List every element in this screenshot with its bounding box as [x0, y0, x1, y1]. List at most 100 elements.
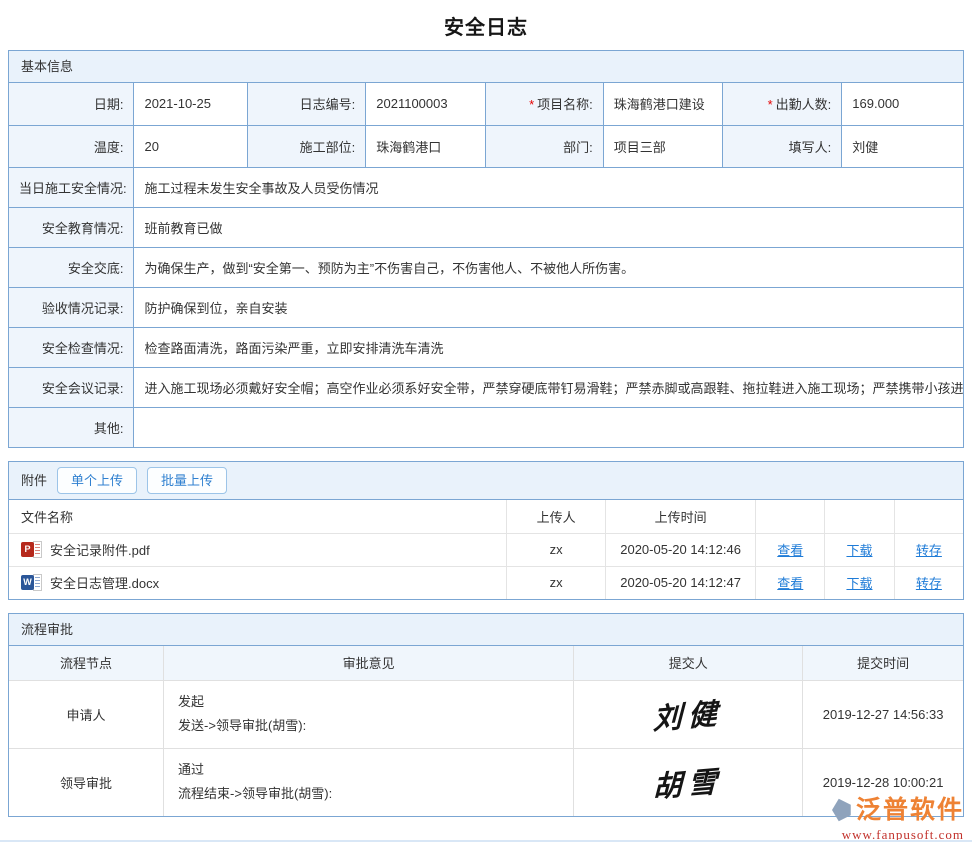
- field-label-project-name: *项目名称:: [485, 83, 603, 125]
- approval-opinion-cell: 通过 流程结束->领导审批(胡雪):: [164, 748, 574, 816]
- table-row: 安全会议记录: 进入施工现场必须戴好安全帽；高空作业必须系好安全带，严禁穿硬底带…: [9, 367, 963, 407]
- upload-time-cell: 2020-05-20 14:12:46: [605, 533, 756, 566]
- field-value-temperature: 20: [134, 125, 248, 167]
- field-label-safety-education: 安全教育情况:: [9, 207, 134, 247]
- required-mark: *: [768, 97, 773, 112]
- field-value-log-number: 2021100003: [366, 83, 485, 125]
- field-label-acceptance-record: 验收情况记录:: [9, 287, 134, 327]
- attachments-section-header: 附件 单个上传 批量上传: [9, 462, 963, 500]
- file-name-cell: W 安全日志管理.docx: [9, 566, 507, 599]
- field-label-work-part: 施工部位:: [247, 125, 365, 167]
- field-value-date: 2021-10-25: [134, 83, 248, 125]
- vendor-name: 泛普软件: [856, 798, 964, 823]
- fanpu-logo-icon: [823, 795, 853, 825]
- field-value-department: 项目三部: [603, 125, 722, 167]
- field-value-attendance: 169.000: [842, 83, 963, 125]
- field-label-text: 填写人:: [789, 140, 832, 155]
- view-link[interactable]: 查看: [777, 576, 803, 591]
- field-label-log-number: 日志编号:: [247, 83, 365, 125]
- column-header-upload-time: 上传时间: [605, 500, 756, 533]
- field-value-safety-meeting: 进入施工现场必须戴好安全帽；高空作业必须系好安全带，严禁穿硬底带钉易滑鞋；严禁赤…: [134, 367, 963, 407]
- signature-image: 胡雪: [653, 758, 723, 806]
- file-name-text: 安全日志管理.docx: [50, 573, 159, 592]
- vendor-watermark: 泛普软件 www.fanpusoft.com: [823, 795, 964, 841]
- table-row: 其他:: [9, 407, 963, 447]
- approval-table: 流程节点 审批意见 提交人 提交时间 申请人 发起 发送->领导审批(胡雪): …: [9, 646, 963, 816]
- approval-header-row: 流程节点 审批意见 提交人 提交时间: [9, 646, 963, 680]
- transfer-link[interactable]: 转存: [916, 576, 942, 591]
- field-value-safety-disclosure: 为确保生产，做到“安全第一、预防为主”不伤害自己，不伤害他人、不被他人所伤害。: [134, 247, 963, 287]
- upload-time-cell: 2020-05-20 14:12:47: [605, 566, 756, 599]
- field-label-other: 其他:: [9, 407, 134, 447]
- field-label-attendance: *出勤人数:: [723, 83, 842, 125]
- field-label-date: 日期:: [9, 83, 134, 125]
- field-label-safety-disclosure: 安全交底:: [9, 247, 134, 287]
- field-value-safety-inspection: 检查路面清洗，路面污染严重，立即安排清洗车清洗: [134, 327, 963, 367]
- column-header-file-name: 文件名称: [9, 500, 507, 533]
- field-label-safety-inspection: 安全检查情况:: [9, 327, 134, 367]
- table-row: 安全教育情况: 班前教育已做: [9, 207, 963, 247]
- field-label-department: 部门:: [485, 125, 603, 167]
- table-row: 日期: 2021-10-25 日志编号: 2021100003 *项目名称: 珠…: [9, 83, 963, 125]
- approval-opinion-cell: 发起 发送->领导审批(胡雪):: [164, 680, 574, 748]
- field-label-text: 施工部位:: [300, 140, 356, 155]
- uploader-cell: zx: [507, 566, 605, 599]
- field-value-work-part: 珠海鹤港口: [366, 125, 485, 167]
- field-label-text: 日期:: [94, 97, 124, 112]
- single-upload-button[interactable]: 单个上传: [57, 467, 137, 494]
- field-value-writer: 刘健: [842, 125, 963, 167]
- uploader-cell: zx: [507, 533, 605, 566]
- column-header-empty: [825, 500, 895, 533]
- table-row: 申请人 发起 发送->领导审批(胡雪): 刘健 2019-12-27 14:56…: [9, 680, 963, 748]
- table-row: 当日施工安全情况: 施工过程未发生安全事故及人员受伤情况: [9, 167, 963, 207]
- table-row: P 安全记录附件.pdf zx 2020-05-20 14:12:46 查看 下…: [9, 533, 963, 566]
- opinion-action: 发起: [178, 690, 559, 714]
- table-row: W 安全日志管理.docx zx 2020-05-20 14:12:47 查看 …: [9, 566, 963, 599]
- field-label-text: 温度:: [94, 140, 124, 155]
- opinion-action: 通过: [178, 758, 559, 782]
- submit-time-cell: 2019-12-27 14:56:33: [803, 680, 963, 748]
- attachments-header-row: 文件名称 上传人 上传时间: [9, 500, 963, 533]
- approval-section-title: 流程审批: [9, 614, 963, 646]
- field-label-text: 出勤人数:: [776, 97, 832, 112]
- download-link[interactable]: 下载: [846, 543, 872, 558]
- column-header-empty: [894, 500, 963, 533]
- pdf-file-icon: P: [21, 541, 43, 558]
- view-link[interactable]: 查看: [777, 543, 803, 558]
- column-header-node: 流程节点: [9, 646, 164, 680]
- attachments-panel: 附件 单个上传 批量上传 文件名称 上传人 上传时间 P 安全记录附件: [8, 461, 964, 600]
- approval-node-cell: 申请人: [9, 680, 164, 748]
- field-value-other: [134, 407, 963, 447]
- attachments-section-title: 附件: [21, 462, 47, 500]
- basic-info-panel: 基本信息 日期: 2021-10-25 日志编号: 2021100003 *项目…: [8, 50, 964, 448]
- column-header-submit-time: 提交时间: [803, 646, 963, 680]
- opinion-route: 发送->领导审批(胡雪):: [178, 714, 559, 738]
- field-label-writer: 填写人:: [723, 125, 842, 167]
- column-header-submitter: 提交人: [574, 646, 803, 680]
- submitter-signature-cell: 刘健: [574, 680, 803, 748]
- column-header-empty: [756, 500, 825, 533]
- basic-info-table: 日期: 2021-10-25 日志编号: 2021100003 *项目名称: 珠…: [9, 83, 963, 447]
- approval-panel: 流程审批 流程节点 审批意见 提交人 提交时间 申请人 发起 发送->领导审批(…: [8, 613, 964, 817]
- table-row: 安全交底: 为确保生产，做到“安全第一、预防为主”不伤害自己，不伤害他人、不被他…: [9, 247, 963, 287]
- field-label-temperature: 温度:: [9, 125, 134, 167]
- table-row: 安全检查情况: 检查路面清洗，路面污染严重，立即安排清洗车清洗: [9, 327, 963, 367]
- attachments-table: 文件名称 上传人 上传时间 P 安全记录附件.pdf zx 2020-05-20…: [9, 500, 963, 599]
- table-row: 验收情况记录: 防护确保到位，亲自安装: [9, 287, 963, 327]
- field-label-safety-meeting: 安全会议记录:: [9, 367, 134, 407]
- batch-upload-button[interactable]: 批量上传: [147, 467, 227, 494]
- download-link[interactable]: 下载: [846, 576, 872, 591]
- opinion-route: 流程结束->领导审批(胡雪):: [178, 782, 559, 806]
- signature-image: 刘健: [653, 690, 723, 738]
- field-value-acceptance-record: 防护确保到位，亲自安装: [134, 287, 963, 327]
- file-name-text: 安全记录附件.pdf: [50, 540, 150, 559]
- basic-info-section-title: 基本信息: [9, 51, 963, 83]
- transfer-link[interactable]: 转存: [916, 543, 942, 558]
- column-header-uploader: 上传人: [507, 500, 605, 533]
- page-title: 安全日志: [0, 0, 972, 50]
- word-file-icon: W: [21, 574, 43, 591]
- field-value-safety-education: 班前教育已做: [134, 207, 963, 247]
- field-value-daily-safety: 施工过程未发生安全事故及人员受伤情况: [134, 167, 963, 207]
- column-header-opinion: 审批意见: [164, 646, 574, 680]
- field-label-text: 项目名称:: [537, 97, 593, 112]
